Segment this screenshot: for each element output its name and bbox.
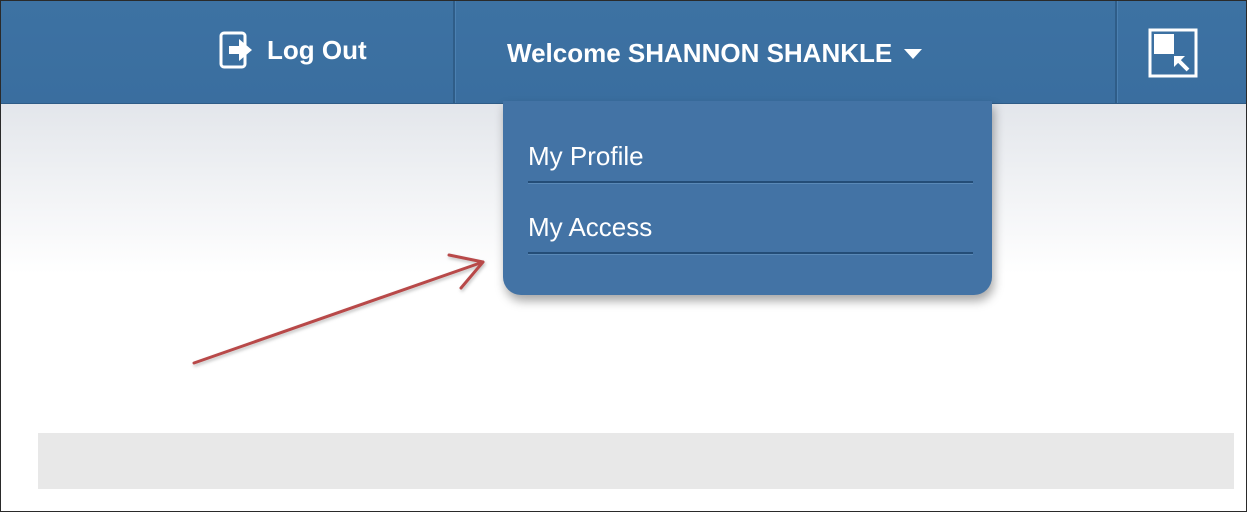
annotation-arrow xyxy=(192,253,485,365)
app-frame: Log Out Welcome SHANNON SHANKLE My Profi… xyxy=(0,0,1247,512)
